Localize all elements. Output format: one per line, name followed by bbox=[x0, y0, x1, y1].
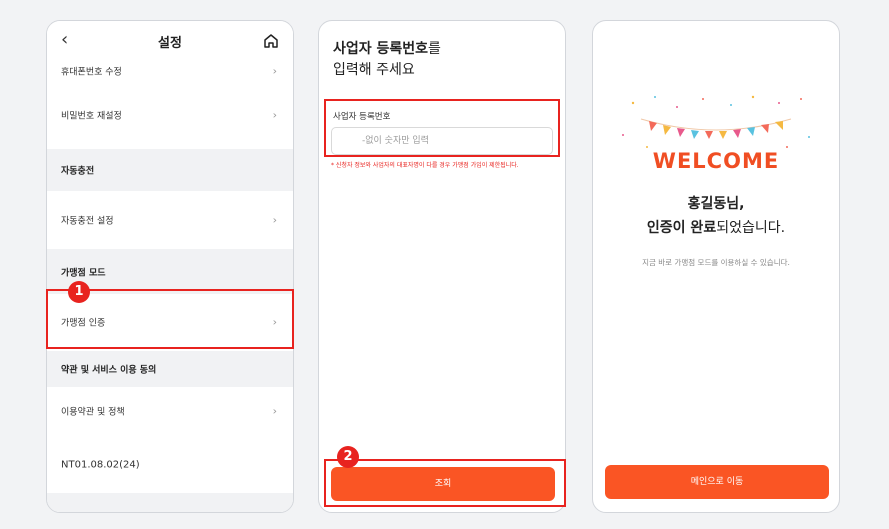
title-rest: 를 bbox=[428, 41, 441, 57]
completion-bold: 인증이 완료 bbox=[646, 220, 717, 236]
welcome-heading: WELCOME bbox=[593, 149, 839, 173]
bottom-spacer bbox=[47, 493, 293, 512]
settings-screen: ‹ 설정 휴대폰번호 수정 › 비밀번호 재설정 › 자동충전 자동충전 설정 … bbox=[46, 20, 294, 513]
page-title: 설정 bbox=[158, 36, 182, 51]
notice-text: * 신청자 정보와 사업자의 대표자명이 다를 경우 가맹점 가입이 제한됩니다… bbox=[331, 162, 519, 169]
menu-item-phone[interactable]: 휴대폰번호 수정 › bbox=[47, 57, 293, 85]
home-icon[interactable] bbox=[263, 33, 279, 49]
section-title: 가맹점 모드 bbox=[61, 268, 106, 278]
version-text: NT01.08.02(24) bbox=[61, 459, 140, 471]
menu-item-password[interactable]: 비밀번호 재설정 › bbox=[47, 91, 293, 139]
step-badge-1: 1 bbox=[68, 281, 90, 303]
menu-item-label: 이용약관 및 정책 bbox=[61, 407, 125, 418]
title-line2: 입력해 주세요 bbox=[333, 62, 415, 78]
sub-message: 지금 바로 가맹점 모드를 이용하실 수 있습니다. bbox=[642, 258, 790, 267]
step-badge-2: 2 bbox=[337, 446, 359, 468]
business-number-screen: 사업자 등록번호를 입력해 주세요 사업자 등록번호 -없이 숫자만 입력 * … bbox=[318, 20, 566, 513]
menu-item-label: 자동충전 설정 bbox=[61, 216, 114, 227]
settings-header: ‹ 설정 bbox=[47, 21, 293, 61]
completion-rest: 되었습니다. bbox=[716, 220, 786, 236]
completion-message: 인증이 완료되었습니다. bbox=[593, 217, 839, 239]
chevron-right-icon: › bbox=[272, 108, 277, 122]
section-header-terms: 약관 및 서비스 이용 동의 bbox=[47, 351, 293, 387]
greeting-name: 홍길동님, bbox=[687, 196, 745, 212]
welcome-screen: WELCOME 홍길동님, 인증이 완료되었습니다. 지금 바로 가맹점 모드를… bbox=[592, 20, 840, 513]
section-title: 자동충전 bbox=[61, 166, 95, 177]
menu-item-label: 휴대폰번호 수정 bbox=[61, 67, 122, 78]
highlight-box-input bbox=[324, 99, 560, 157]
menu-item-terms-policy[interactable]: 이용약관 및 정책 › bbox=[47, 389, 293, 433]
menu-item-autocharge-settings[interactable]: 자동충전 설정 › bbox=[47, 196, 293, 244]
menu-item-label: 비밀번호 재설정 bbox=[61, 111, 122, 122]
confetti-bunting-icon bbox=[622, 95, 810, 148]
go-main-button[interactable]: 메인으로 이동 bbox=[605, 465, 829, 499]
section-title: 약관 및 서비스 이용 동의 bbox=[61, 365, 157, 376]
chevron-right-icon: › bbox=[272, 64, 277, 78]
welcome-text: WELCOME bbox=[652, 149, 780, 173]
title-bold: 사업자 등록번호 bbox=[333, 41, 429, 57]
highlight-box-step2 bbox=[324, 459, 566, 507]
section-header-autocharge: 자동충전 bbox=[47, 149, 293, 191]
page-title: 사업자 등록번호를 입력해 주세요 bbox=[333, 39, 441, 81]
app-version: NT01.08.02(24) bbox=[47, 443, 293, 487]
chevron-right-icon: › bbox=[272, 404, 277, 418]
chevron-right-icon: › bbox=[272, 213, 277, 227]
